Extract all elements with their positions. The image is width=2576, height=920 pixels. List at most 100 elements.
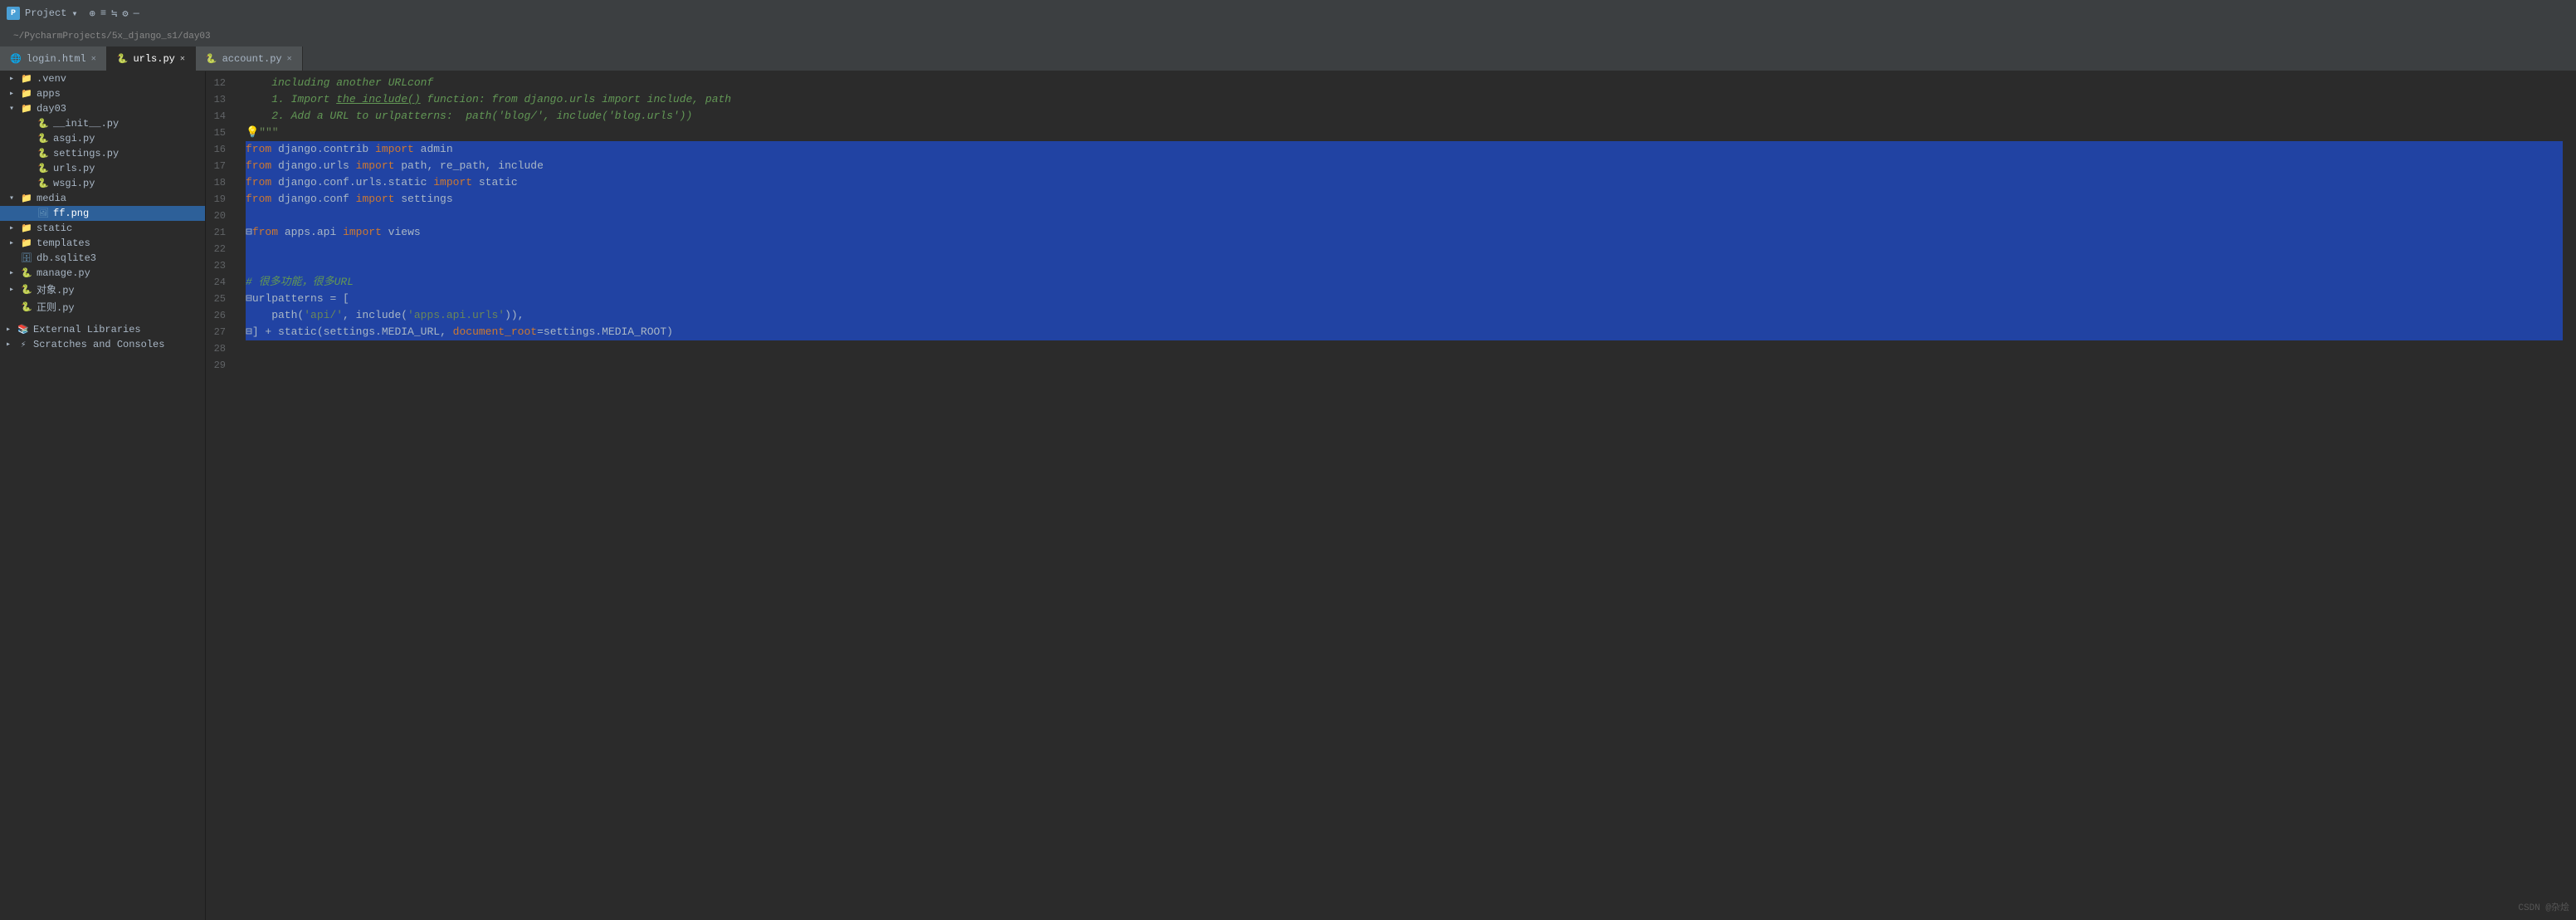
import-16: import: [375, 141, 421, 158]
folder-venv-icon: 📁: [20, 73, 33, 85]
ln-21: 21: [206, 224, 236, 241]
from-18: from: [246, 174, 278, 191]
py-wsgi-icon: 🐍: [37, 178, 50, 189]
py-settings-icon: 🐍: [37, 148, 50, 159]
code-line-26: path('api/', include('apps.api.urls')),: [246, 307, 2563, 324]
from-16: from: [246, 141, 278, 158]
arrow-templates: [7, 238, 17, 248]
sidebar-label-zeze: 正则.py: [37, 300, 75, 314]
sidebar-item-urls[interactable]: 🐍 urls.py: [0, 161, 205, 176]
sidebar-item-venv[interactable]: 📁 .venv: [0, 71, 205, 86]
sidebar-item-duixiang[interactable]: 🐍 对象.py: [0, 281, 205, 298]
code-line-22: [246, 241, 2563, 257]
code-content-26b: , include(: [343, 307, 407, 324]
code-line-16: from django.contrib import admin: [246, 141, 2563, 158]
arrow-media: [7, 193, 17, 203]
code-line-19: from django.conf import settings: [246, 191, 2563, 208]
tab-urls-close[interactable]: ✕: [180, 54, 185, 64]
tab-account-close[interactable]: ✕: [287, 54, 292, 64]
sidebar-label-ffpng: ff.png: [53, 208, 89, 219]
code-content-12: including another URLconf: [246, 75, 433, 91]
sidebar-item-wsgi[interactable]: 🐍 wsgi.py: [0, 176, 205, 191]
line-numbers: 12 13 14 15 16 17 18 19 20 21 22 23 24 2…: [206, 75, 246, 917]
sidebar-item-media[interactable]: 📁 media: [0, 191, 205, 206]
extlibs-icon: 📚: [17, 324, 30, 335]
ln-13: 13: [206, 91, 236, 108]
png-ffpng-icon: 🖼: [37, 208, 50, 219]
arrow-scratches: [3, 340, 13, 350]
code-lines[interactable]: including another URLconf 1. Import the …: [246, 75, 2576, 917]
fold-25: ⊟: [246, 291, 252, 307]
code-line-24: # 很多功能，很多URL: [246, 274, 2563, 291]
code-line-27: ⊟ ] + static(settings.MEDIA_URL, documen…: [246, 324, 2563, 340]
settings-icon[interactable]: ⚙: [122, 7, 128, 20]
code-line-17: from django.urls import path, re_path, i…: [246, 158, 2563, 174]
sidebar-item-zeze[interactable]: 🐍 正则.py: [0, 298, 205, 316]
code-line-15: 💡 """: [246, 125, 2563, 141]
py-asgi-icon: 🐍: [37, 133, 50, 144]
fold-21: ⊟: [246, 224, 252, 241]
mod-19: django.conf: [278, 191, 356, 208]
sidebar-item-manage[interactable]: 🐍 manage.py: [0, 266, 205, 281]
folder-media-icon: 📁: [20, 193, 33, 204]
name-16: admin: [421, 141, 453, 158]
collapse-icon[interactable]: ≡: [100, 7, 106, 20]
sidebar-label-static: static: [37, 223, 72, 234]
sync-icon[interactable]: ⊕: [90, 7, 95, 20]
ln-17: 17: [206, 158, 236, 174]
ln-24: 24: [206, 274, 236, 291]
name-18: static: [479, 174, 518, 191]
py-zeze-icon: 🐍: [20, 301, 33, 313]
ln-19: 19: [206, 191, 236, 208]
tab-login-close[interactable]: ✕: [91, 54, 96, 64]
sidebar-item-db[interactable]: 🗄 db.sqlite3: [0, 251, 205, 266]
sidebar-item-scratches[interactable]: ⚡ Scratches and Consoles: [0, 337, 205, 352]
project-title: Project: [25, 7, 66, 19]
project-icons: ⊕ ≡ ≒ ⚙ —: [90, 7, 139, 20]
ln-23: 23: [206, 257, 236, 274]
from-19: from: [246, 191, 278, 208]
code-content-26c: )),: [505, 307, 524, 324]
sidebar-item-settings[interactable]: 🐍 settings.py: [0, 146, 205, 161]
project-dropdown-icon[interactable]: ▾: [71, 7, 77, 20]
tab-account-label: account.py: [222, 53, 282, 65]
sidebar-item-extlibs[interactable]: 📚 External Libraries: [0, 322, 205, 337]
sidebar-label-extlibs: External Libraries: [33, 324, 141, 335]
code-line-28: [246, 340, 2563, 357]
main-layout: 📁 .venv 📁 apps 📁 day03 🐍 __init__.py 🐍 a…: [0, 71, 2576, 920]
sort-icon[interactable]: ≒: [111, 7, 117, 20]
tab-login[interactable]: 🌐 login.html ✕: [0, 46, 107, 71]
tab-account[interactable]: 🐍 account.py ✕: [196, 46, 303, 71]
sidebar-item-static[interactable]: 📁 static: [0, 221, 205, 236]
close-sidebar-icon[interactable]: —: [134, 7, 139, 20]
import-21: import: [343, 224, 388, 241]
ln-29: 29: [206, 357, 236, 374]
code-content-27a: ] + static(settings.MEDIA_URL,: [252, 324, 453, 340]
folder-templates-icon: 📁: [20, 237, 33, 249]
folder-apps-icon: 📁: [20, 88, 33, 100]
fold-27: ⊟: [246, 324, 252, 340]
sidebar-item-init[interactable]: 🐍 __init__.py: [0, 116, 205, 131]
tab-login-label: login.html: [27, 53, 86, 65]
sidebar-item-day03[interactable]: 📁 day03: [0, 101, 205, 116]
sidebar-item-apps[interactable]: 📁 apps: [0, 86, 205, 101]
name-19: settings: [401, 191, 452, 208]
py-init-icon: 🐍: [37, 118, 50, 130]
sidebar-item-ffpng[interactable]: 🖼 ff.png: [0, 206, 205, 221]
watermark: CSDN @杂烩: [2518, 900, 2569, 913]
tab-urls[interactable]: 🐍 urls.py ✕: [107, 46, 196, 71]
editor-area[interactable]: 12 13 14 15 16 17 18 19 20 21 22 23 24 2…: [206, 71, 2576, 920]
folder-day03-icon: 📁: [20, 103, 33, 115]
str-26: 'api/': [304, 307, 343, 324]
code-line-25: ⊟ urlpatterns = [: [246, 291, 2563, 307]
sidebar-label-apps: apps: [37, 88, 61, 100]
tab-bar: 🌐 login.html ✕ 🐍 urls.py ✕ 🐍 account.py …: [0, 46, 2576, 71]
code-container: 12 13 14 15 16 17 18 19 20 21 22 23 24 2…: [206, 71, 2576, 920]
sidebar-item-templates[interactable]: 📁 templates: [0, 236, 205, 251]
code-line-21: ⊟ from apps.api import views: [246, 224, 2563, 241]
arrow-venv: [7, 74, 17, 84]
code-line-29: [246, 357, 2563, 374]
sidebar-label-init: __init__.py: [53, 118, 119, 130]
code-line-23: [246, 257, 2563, 274]
sidebar-item-asgi[interactable]: 🐍 asgi.py: [0, 131, 205, 146]
